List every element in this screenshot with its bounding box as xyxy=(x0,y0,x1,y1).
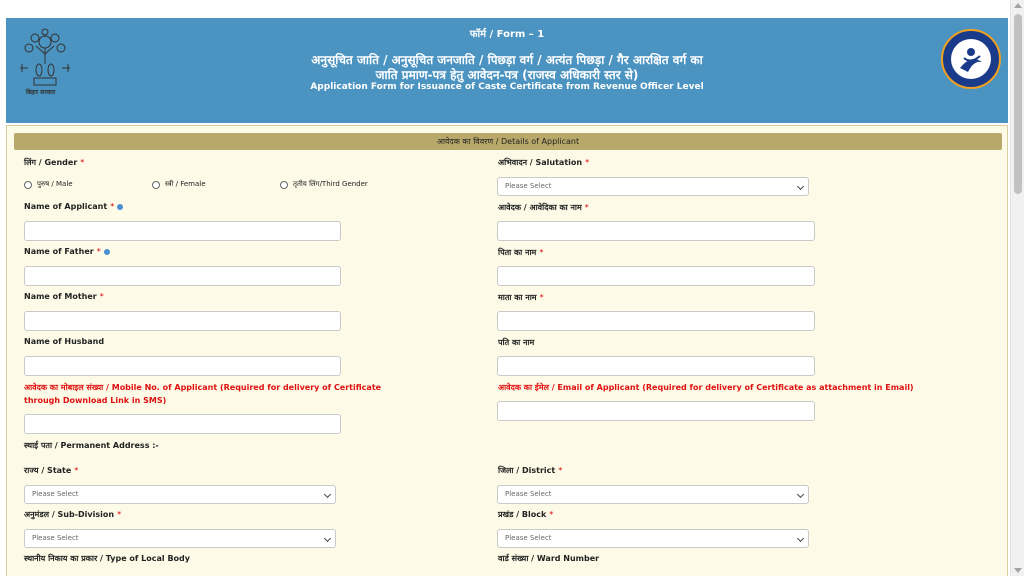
form-title-hindi-2: जाति प्रमाण-पत्र हेतु आवेदन-पत्र (राजस्व… xyxy=(375,68,639,82)
father-name-hindi-input[interactable] xyxy=(497,266,815,286)
mother-name-label: Name of Mother * xyxy=(24,292,104,301)
chevron-down-icon xyxy=(796,534,805,543)
service-logo xyxy=(940,28,1002,90)
chevron-down-icon xyxy=(796,490,805,499)
scroll-up-icon[interactable] xyxy=(1014,3,1022,8)
husband-name-input[interactable] xyxy=(24,356,341,376)
chevron-down-icon xyxy=(796,182,805,191)
form-title-english: Application Form for Issuance of Caste C… xyxy=(310,82,704,92)
info-icon[interactable] xyxy=(117,203,124,210)
subdivision-select[interactable]: Please Select xyxy=(24,529,336,548)
district-select[interactable]: Please Select xyxy=(497,485,809,504)
mobile-input[interactable] xyxy=(24,414,341,434)
salutation-label: अभिवादन / Salutation * xyxy=(498,158,590,167)
applicant-name-label: Name of Applicant * xyxy=(24,202,124,211)
chevron-down-icon xyxy=(323,534,332,543)
applicant-name-hindi-label: आवेदक / आवेदिका का नाम * xyxy=(498,203,589,212)
husband-name-hindi-input[interactable] xyxy=(497,356,815,376)
local-body-label: स्थानीय निकाय का प्रकार / Type of Local … xyxy=(24,554,190,563)
form-number: फॉर्म / Form – 1 xyxy=(469,29,545,40)
applicant-name-input[interactable] xyxy=(24,221,341,241)
block-select[interactable]: Please Select xyxy=(497,529,809,548)
scroll-down-icon[interactable] xyxy=(1014,568,1022,573)
scrollbar-thumb[interactable] xyxy=(1014,14,1022,194)
husband-name-hindi-label: पति का नाम xyxy=(498,338,535,347)
father-name-label: Name of Father * xyxy=(24,247,110,256)
applicant-form: आवेदक का विवरण / Details of Applicant लि… xyxy=(6,125,1008,576)
father-name-input[interactable] xyxy=(24,266,341,286)
gender-male-radio[interactable]: पुरुष / Male xyxy=(24,180,73,189)
email-input[interactable] xyxy=(497,401,815,421)
applicant-name-hindi-input[interactable] xyxy=(497,221,815,241)
page-header: बिहार सरकार फॉर्म / Form – 1 अनुसूचित जा… xyxy=(6,18,1008,123)
district-label: जिला / District * xyxy=(498,466,563,475)
salutation-select[interactable]: Please Select xyxy=(497,177,809,196)
ward-label: वार्ड संख्या / Ward Number xyxy=(498,554,600,563)
husband-name-label: Name of Husband xyxy=(24,337,105,346)
section-title: आवेदक का विवरण / Details of Applicant xyxy=(14,133,1002,150)
chevron-down-icon xyxy=(323,490,332,499)
email-label: आवेदक का ईमेल / Email of Applicant (Requ… xyxy=(498,383,914,392)
mobile-label: आवेदक का मोबाइल संख्या / Mobile No. of A… xyxy=(24,383,382,405)
mother-name-input[interactable] xyxy=(24,311,341,331)
gender-third-radio[interactable]: तृतीय लिंग/Third Gender xyxy=(280,180,368,189)
state-label: राज्य / State * xyxy=(24,466,79,475)
father-name-hindi-label: पिता का नाम * xyxy=(498,248,544,257)
subdivision-label: अनुमंडल / Sub-Division * xyxy=(24,510,122,519)
block-label: प्रखंड / Block * xyxy=(498,510,554,519)
page: बिहार सरकार फॉर्म / Form – 1 अनुसूचित जा… xyxy=(0,0,1024,576)
mother-name-hindi-input[interactable] xyxy=(497,311,815,331)
permanent-address-heading: स्थाई पता / Permanent Address :- xyxy=(24,441,159,450)
info-icon[interactable] xyxy=(103,248,110,255)
gender-label: लिंग / Gender * xyxy=(24,158,85,167)
state-select[interactable]: Please Select xyxy=(24,485,336,504)
mother-name-hindi-label: माता का नाम * xyxy=(498,293,544,302)
page-scrollbar[interactable] xyxy=(1010,0,1024,576)
gender-female-radio[interactable]: स्त्री / Female xyxy=(152,180,206,189)
